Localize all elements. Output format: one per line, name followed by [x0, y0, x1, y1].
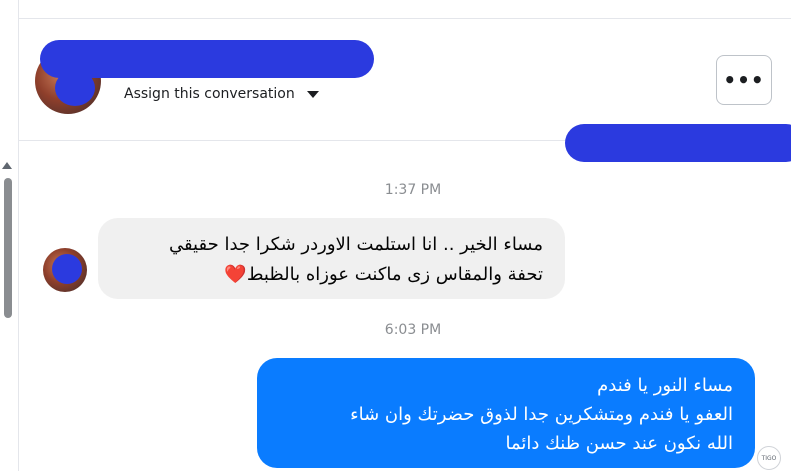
top-divider [18, 18, 791, 19]
message-line-with-emoji: تحفة والمقاس زى ماكنت عوزاه بالظبط❤️ [120, 260, 543, 290]
message-line: تحفة والمقاس زى ماكنت عوزاه بالظبط [246, 264, 543, 285]
avatar-redaction [52, 254, 82, 284]
sender-avatar [43, 248, 87, 292]
contact-name-redaction [40, 40, 374, 78]
scroll-up-arrow-icon[interactable] [2, 162, 12, 169]
message-timestamp: 6:03 PM [384, 322, 442, 338]
more-options-button[interactable]: ••• [716, 55, 772, 105]
scrollbar-thumb[interactable] [4, 178, 12, 318]
assign-label: Assign this conversation [124, 86, 295, 102]
incoming-message-bubble[interactable]: مساء الخير .. انا استلمت الاوردر شكرا جد… [98, 218, 565, 299]
left-scroll-rail[interactable] [0, 0, 19, 471]
message-line: مساء النور يا فندم [597, 375, 733, 396]
message-line: الله نكون عند حسن ظنك دائما [505, 433, 733, 454]
ellipsis-icon: ••• [723, 68, 765, 92]
redaction-overlay [565, 124, 791, 162]
heart-emoji-icon: ❤️ [224, 264, 247, 285]
watermark-badge: TIGO [757, 446, 781, 470]
outgoing-message-bubble[interactable]: مساء النور يا فندم العفو يا فندم ومتشكري… [257, 358, 755, 468]
message-timestamp: 1:37 PM [384, 182, 442, 198]
message-line: مساء الخير .. انا استلمت الاوردر شكرا جد… [168, 234, 543, 255]
assign-conversation-dropdown[interactable]: Assign this conversation [124, 86, 319, 102]
message-line: العفو يا فندم ومتشكرين جدا لذوق حضرتك وا… [350, 404, 733, 425]
caret-down-icon [306, 90, 319, 98]
